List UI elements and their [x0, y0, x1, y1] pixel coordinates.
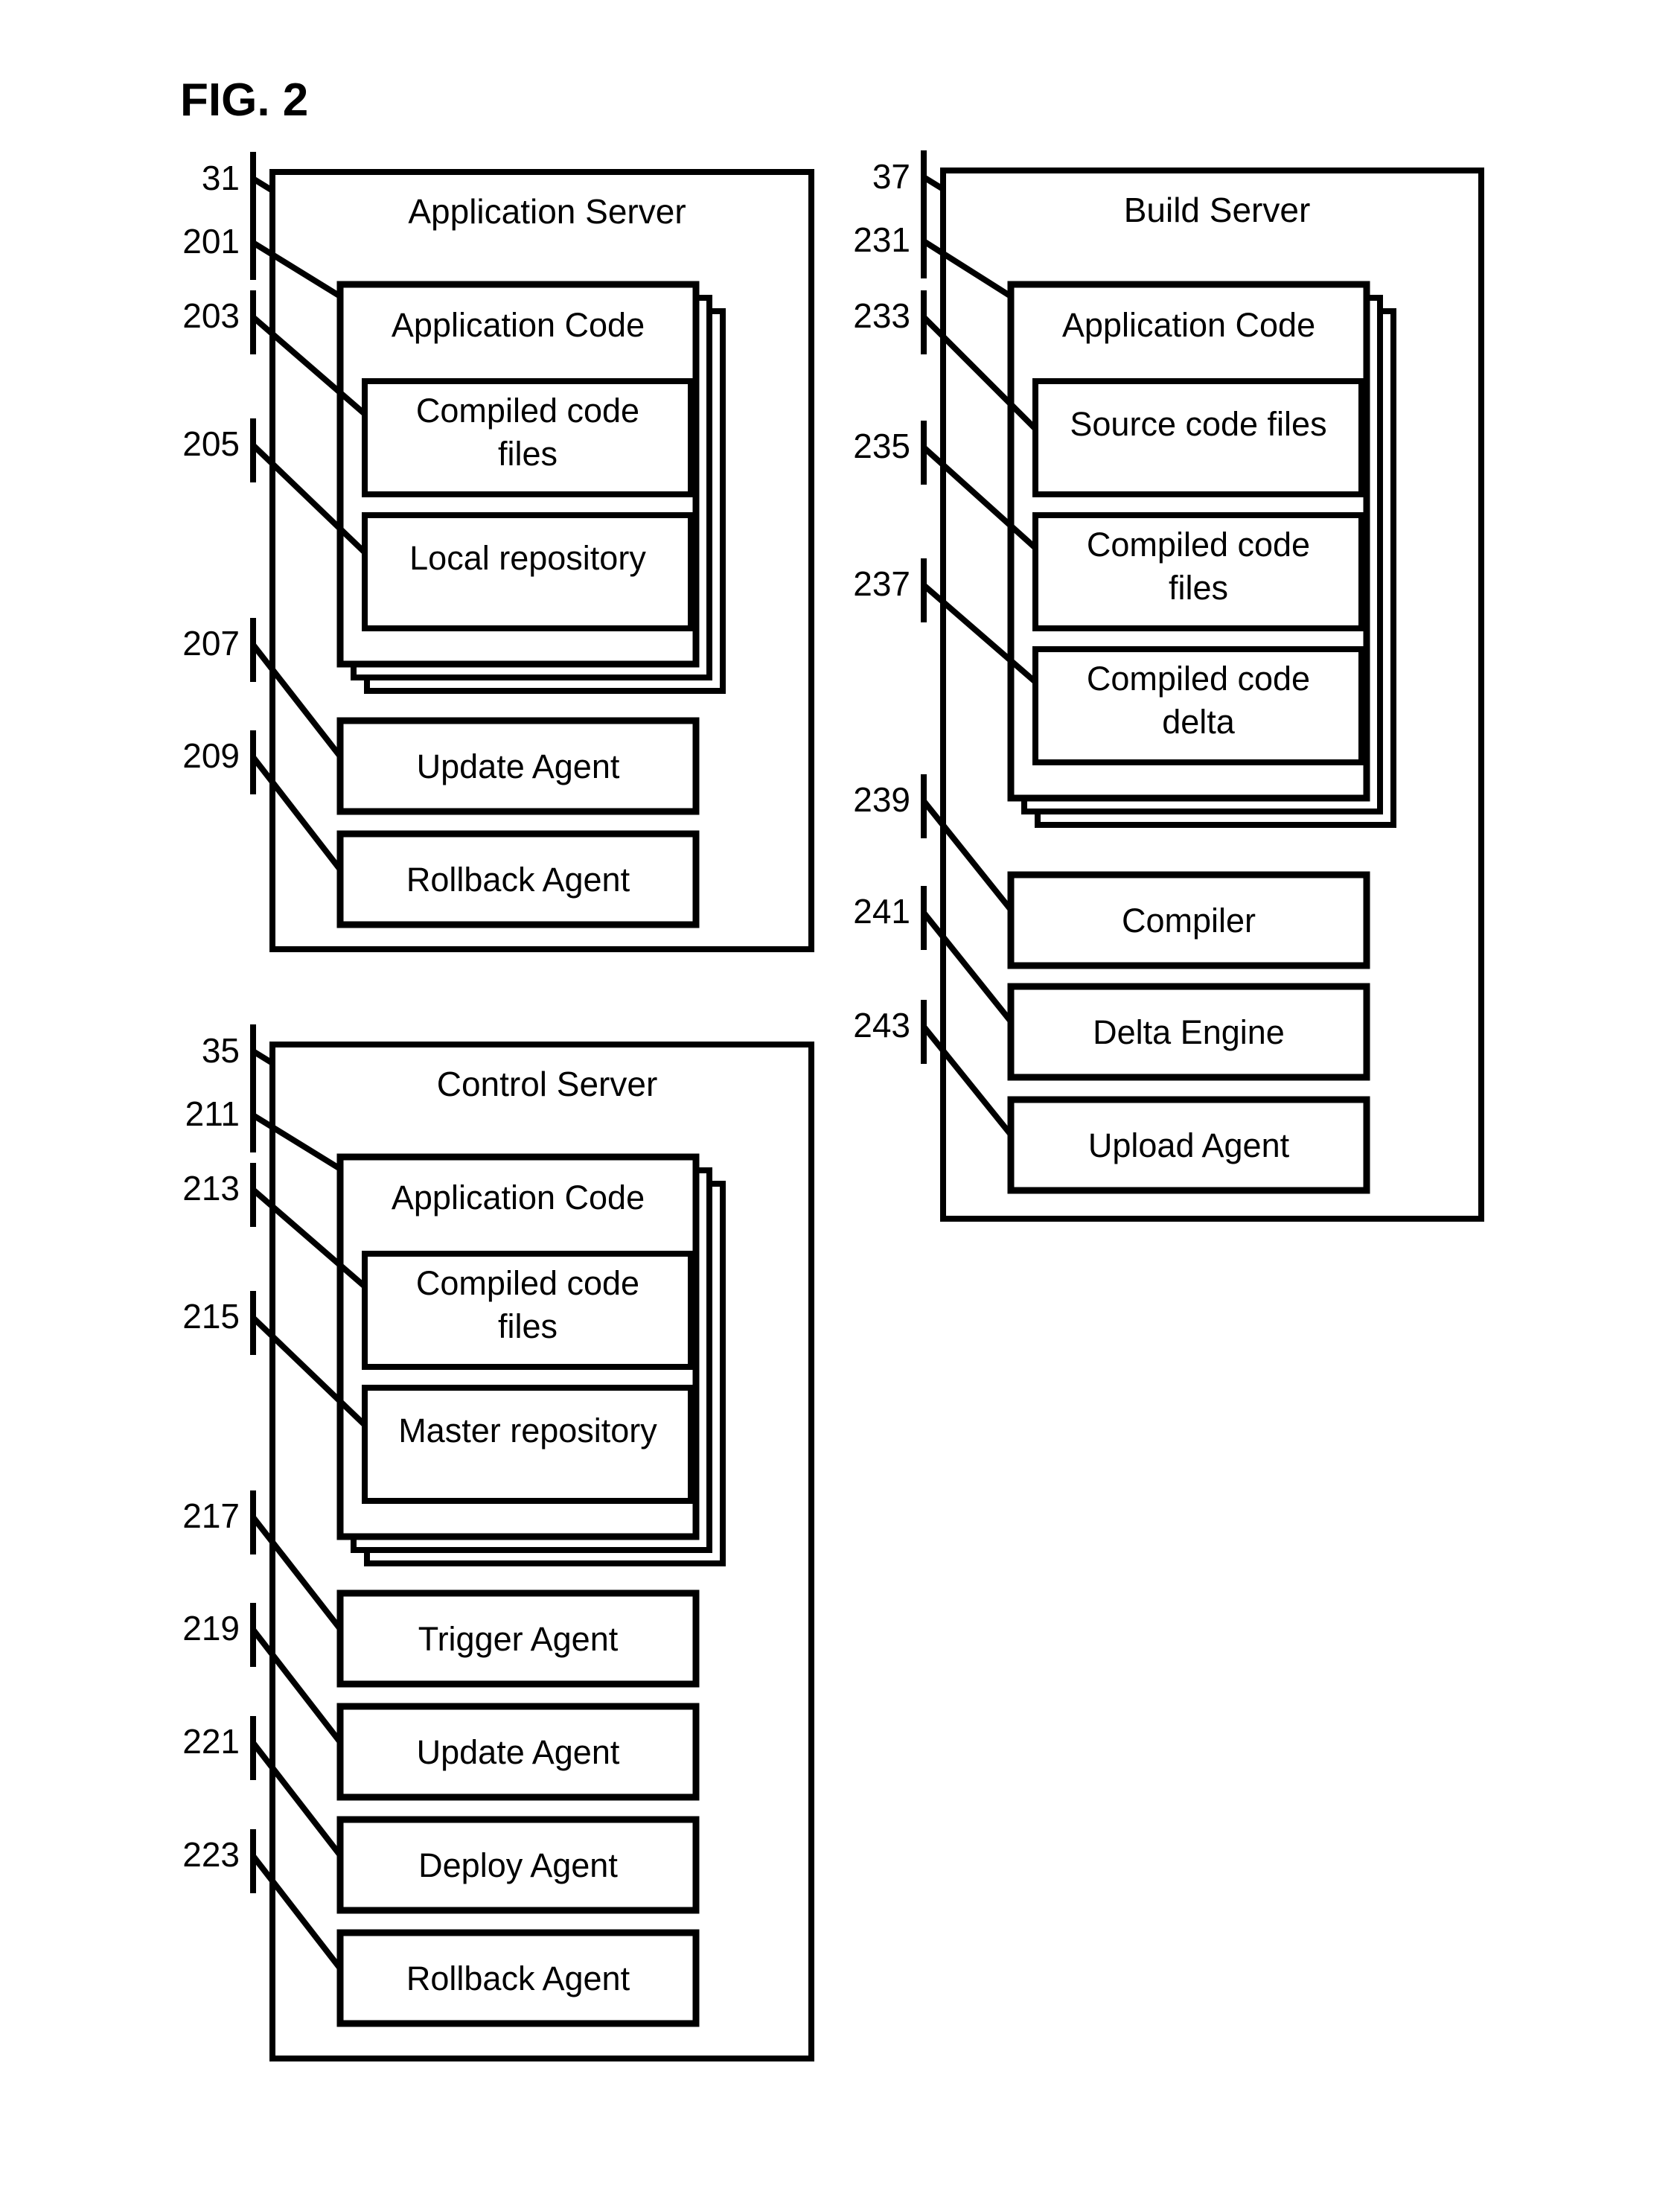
ref-label-35: 35 [202, 1031, 240, 1070]
trigger-agent-label: Trigger Agent [418, 1620, 619, 1658]
deploy-agent-label: Deploy Agent [418, 1846, 618, 1884]
rollback-agent-label: Rollback Agent [406, 861, 630, 899]
ref-label-223: 223 [182, 1835, 240, 1874]
upload-agent-label: Upload Agent [1088, 1126, 1290, 1164]
ref-label-31: 31 [202, 159, 240, 197]
source-code-files-label: Source code files [1070, 405, 1326, 443]
ref-label-207: 207 [182, 624, 240, 663]
build-server-title: Build Server [1124, 191, 1311, 229]
master-repository-label: Master repository [398, 1412, 657, 1450]
ref-label-221: 221 [182, 1722, 240, 1761]
ref-label-235: 235 [853, 427, 910, 465]
ref-label-209: 209 [182, 736, 240, 775]
update-agent-label: Update Agent [417, 747, 620, 785]
ref-label-37: 37 [872, 157, 910, 196]
ref-label-233: 233 [853, 296, 910, 335]
ref-label-205: 205 [182, 424, 240, 463]
ref-label-243: 243 [853, 1006, 910, 1045]
ref-label-213: 213 [182, 1169, 240, 1208]
control-app-code-label: Application Code [392, 1179, 645, 1216]
figure-title: FIG. 2 [180, 74, 308, 126]
ref-label-241: 241 [853, 892, 910, 931]
control-update-agent-label: Update Agent [417, 1733, 620, 1771]
app-code-label: Application Code [392, 306, 645, 344]
control-rollback-agent-label: Rollback Agent [406, 1959, 630, 1997]
ref-label-217: 217 [182, 1496, 240, 1535]
ref-label-215: 215 [182, 1297, 240, 1336]
ref-label-203: 203 [182, 296, 240, 335]
build-app-code-label: Application Code [1062, 306, 1315, 344]
local-repository-label: Local repository [409, 539, 646, 577]
ref-label-211: 211 [185, 1094, 240, 1133]
control-server-group: Control Server 35 Application Code 211 C… [182, 1024, 814, 2061]
application-server-title: Application Server [408, 192, 686, 231]
ref-label-201: 201 [182, 222, 240, 261]
build-server-group: Build Server 37 Application Code 231 Sou… [853, 150, 1484, 1222]
ref-label-239: 239 [853, 780, 910, 819]
compiler-label: Compiler [1122, 902, 1256, 940]
patent-figure-2: FIG. 2 Application Server 31 Application… [0, 0, 1680, 2194]
application-server-group: Application Server 31 Application Code 2… [182, 152, 814, 952]
delta-engine-label: Delta Engine [1093, 1013, 1285, 1051]
control-server-title: Control Server [437, 1065, 658, 1103]
ref-label-237: 237 [853, 564, 910, 603]
figure-canvas: FIG. 2 Application Server 31 Application… [180, 74, 1484, 2061]
ref-label-219: 219 [182, 1609, 240, 1648]
ref-label-231: 231 [853, 220, 910, 259]
